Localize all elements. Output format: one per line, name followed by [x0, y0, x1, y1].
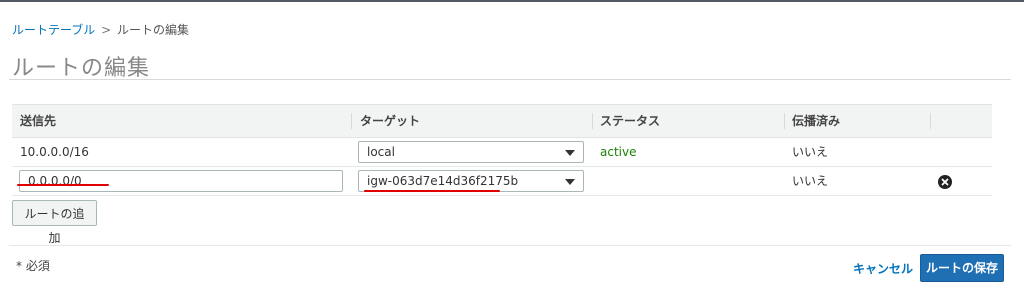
breadcrumb-current: ルートの編集 [117, 23, 190, 37]
annotation-underline [17, 184, 109, 186]
cancel-button[interactable]: キャンセル [853, 260, 913, 277]
caret-down-icon [565, 179, 575, 185]
target-select[interactable]: igw-063d7e14d36f2175b [358, 170, 584, 192]
target-select-value: local [367, 145, 395, 159]
destination-cell: 10.0.0.0/16 [20, 145, 89, 159]
table-header: 送信先 ターゲット ステータス 伝播済み [12, 104, 992, 138]
table-row: igw-063d7e14d36f2175b いいえ [12, 167, 992, 196]
required-note: * 必須 [16, 259, 50, 273]
table-row: 10.0.0.0/16 local active いいえ [12, 138, 992, 167]
page-title: ルートの編集 [12, 56, 151, 81]
caret-down-icon [565, 150, 575, 156]
status-cell: active [600, 145, 637, 159]
target-select[interactable]: local [358, 141, 584, 163]
header-divider [930, 113, 931, 129]
header-propagated: 伝播済み [792, 114, 841, 128]
propagated-cell: いいえ [792, 174, 829, 188]
footer-divider [9, 245, 1011, 246]
routes-table: 送信先 ターゲット ステータス 伝播済み 10.0.0.0/16 local a… [12, 104, 992, 196]
breadcrumb: ルートテーブル > ルートの編集 [12, 21, 189, 38]
status-cell [592, 167, 600, 195]
header-status: ステータス [600, 114, 661, 128]
header-target: ターゲット [360, 114, 421, 128]
destination-input[interactable] [19, 170, 343, 192]
annotation-underline [364, 190, 500, 192]
add-route-button[interactable]: ルートの追加 [12, 200, 97, 245]
target-select-value: igw-063d7e14d36f2175b [367, 174, 519, 188]
remove-circle-icon[interactable] [938, 175, 952, 189]
title-divider [9, 79, 1011, 80]
header-destination: 送信先 [20, 114, 57, 128]
breadcrumb-route-tables-link[interactable]: ルートテーブル [12, 23, 95, 37]
breadcrumb-separator: > [101, 23, 112, 37]
save-routes-button[interactable]: ルートの保存 [920, 254, 1004, 282]
top-border [0, 0, 1024, 2]
propagated-cell: いいえ [792, 145, 829, 159]
